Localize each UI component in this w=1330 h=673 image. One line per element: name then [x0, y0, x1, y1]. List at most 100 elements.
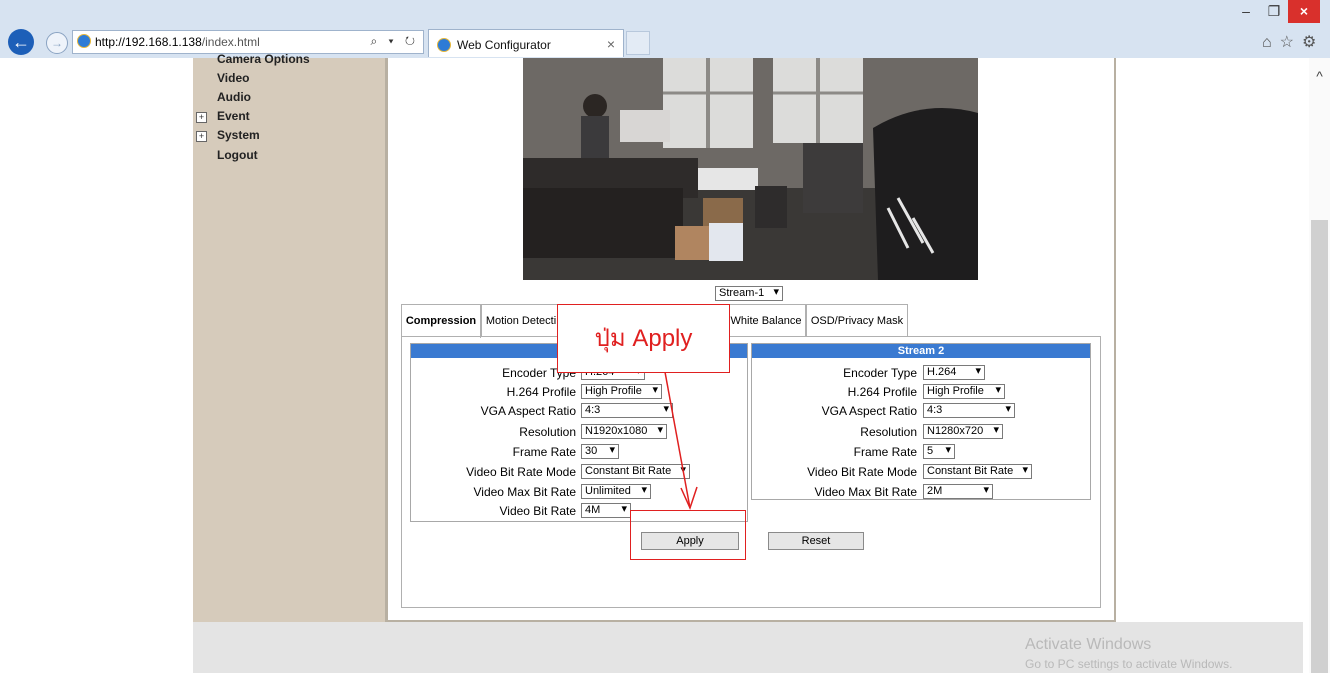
max-bit-rate-label: Video Max Bit Rate — [814, 485, 918, 499]
sidebar-item-logout[interactable]: Logout — [217, 148, 258, 162]
chevron-down-icon: ▾ — [993, 424, 999, 436]
chevron-down-icon: ▾ — [945, 444, 951, 456]
select-value: 30 — [585, 445, 598, 457]
tab-close-icon[interactable]: × — [607, 36, 615, 52]
chevron-down-icon: ▾ — [773, 286, 779, 298]
tab-white-balance[interactable]: White Balance — [726, 304, 806, 337]
browser-chrome: – ❐ × ← → http://192.168.1.138/index.htm… — [0, 0, 1330, 58]
address-url[interactable]: http://192.168.1.138/index.html — [95, 35, 260, 49]
sidebar-item-video[interactable]: Video — [217, 71, 249, 85]
select-value: 5 — [927, 445, 934, 457]
home-icon[interactable]: ⌂ — [1262, 34, 1280, 51]
tab-title: Web Configurator — [457, 38, 551, 52]
toolbar-icons: ⌂☆⚙ — [1262, 32, 1324, 52]
tab-compression[interactable]: Compression — [401, 304, 481, 338]
watermark-subtitle: Go to PC settings to activate Windows. — [1025, 657, 1233, 671]
back-arrow-icon[interactable]: ← — [8, 29, 34, 55]
tab-label: Compression — [405, 315, 477, 327]
favorites-star-icon[interactable]: ☆ — [1280, 34, 1302, 51]
sidebar-item-audio[interactable]: Audio — [217, 90, 251, 104]
camera-preview — [523, 58, 978, 280]
scroll-up-icon[interactable]: ^ — [1309, 68, 1330, 84]
chevron-down-icon: ▾ — [621, 503, 627, 515]
frame-rate-select[interactable]: 5 ▾ — [923, 444, 955, 459]
chevron-down-icon: ▾ — [995, 384, 1001, 396]
vga-aspect-ratio-select[interactable]: 4:3 ▾ — [923, 403, 1015, 418]
bit-rate-mode-label: Video Bit Rate Mode — [807, 465, 917, 479]
select-value: Unlimited — [585, 485, 631, 497]
select-value: 4:3 — [585, 404, 601, 416]
max-bit-rate-select[interactable]: Unlimited ▾ — [581, 484, 651, 499]
frame-rate-label: Frame Rate — [512, 445, 576, 459]
tab-label: White Balance — [730, 315, 802, 327]
chevron-down-icon: ▾ — [1005, 403, 1011, 415]
encoder-type-label: Encoder Type — [843, 366, 917, 380]
bit-rate-select[interactable]: 4M ▾ — [581, 503, 631, 518]
select-value: H.264 — [927, 366, 957, 378]
select-value: 2M — [927, 485, 943, 497]
tab-motion-detection[interactable]: Motion Detecti — [481, 304, 561, 337]
search-refresh-icons[interactable]: ⌕ ▾ ↻ — [370, 34, 419, 49]
activate-windows-watermark: Activate Windows Go to PC settings to ac… — [1025, 636, 1232, 671]
ie-logo-icon — [437, 38, 451, 52]
tab-label: OSD/Privacy Mask — [810, 315, 904, 327]
sidebar-item-label: Logout — [217, 148, 258, 162]
h264-profile-select[interactable]: High Profile ▾ — [581, 384, 662, 399]
address-bar[interactable]: http://192.168.1.138/index.html ⌕ ▾ ↻ — [72, 30, 424, 54]
sidebar-item-event[interactable]: Event — [217, 109, 250, 123]
select-value: N1920x1080 — [585, 425, 648, 437]
settings-gear-icon[interactable]: ⚙ — [1302, 34, 1324, 51]
ie-logo-icon — [77, 34, 91, 48]
resolution-label: Resolution — [860, 425, 917, 439]
resolution-select[interactable]: N1280x720 ▾ — [923, 424, 1003, 439]
annotation-label: ปุ่ม Apply — [557, 304, 730, 373]
sidebar-item-camera-options[interactable]: Camera Options — [217, 52, 310, 66]
minimize-button[interactable]: – — [1232, 0, 1260, 23]
reset-button[interactable]: Reset — [768, 532, 864, 550]
resolution-label: Resolution — [519, 425, 576, 439]
url-path: /index.html — [201, 35, 260, 49]
chevron-down-icon: ▾ — [609, 444, 615, 456]
forward-arrow-icon[interactable]: → — [46, 32, 68, 54]
chevron-down-icon: ▾ — [1022, 464, 1028, 476]
select-value: N1280x720 — [927, 425, 984, 437]
sidebar-item-label: System — [217, 128, 260, 142]
sidebar-item-label: Camera Options — [217, 52, 310, 66]
max-bit-rate-select[interactable]: 2M ▾ — [923, 484, 993, 499]
sidebar-item-label: Video — [217, 71, 250, 85]
h264-profile-select[interactable]: High Profile ▾ — [923, 384, 1005, 399]
sidebar-item-label: Audio — [217, 90, 251, 104]
sidebar-item-label: Event — [217, 109, 250, 123]
frame-rate-select[interactable]: 30 ▾ — [581, 444, 619, 459]
stream2-header: Stream 2 — [752, 344, 1090, 358]
frame-rate-label: Frame Rate — [853, 445, 917, 459]
new-tab-button[interactable] — [626, 31, 650, 55]
sidebar-menu: Camera Options Video Audio + Event + Sys… — [193, 52, 385, 622]
close-window-button[interactable]: × — [1288, 0, 1320, 23]
encoder-type-label: Encoder Type — [502, 366, 576, 380]
select-value: 4:3 — [927, 404, 943, 416]
bit-rate-mode-select[interactable]: Constant Bit Rate ▾ — [923, 464, 1032, 479]
apply-highlight-box — [630, 510, 746, 560]
h264-profile-label: H.264 Profile — [506, 385, 576, 399]
h264-profile-label: H.264 Profile — [847, 385, 917, 399]
tab-osd-privacy-mask[interactable]: OSD/Privacy Mask — [806, 304, 908, 337]
expand-plus-icon[interactable]: + — [196, 131, 207, 142]
max-bit-rate-label: Video Max Bit Rate — [473, 485, 577, 499]
sidebar-item-system[interactable]: System — [217, 128, 260, 142]
expand-plus-icon[interactable]: + — [196, 112, 207, 123]
select-value: High Profile — [585, 385, 642, 397]
encoder-type-select[interactable]: H.264 ▾ — [923, 365, 985, 380]
bit-rate-label: Video Bit Rate — [499, 504, 577, 518]
select-value: Constant Bit Rate — [927, 465, 1014, 477]
scrollbar-thumb[interactable] — [1311, 220, 1328, 673]
watermark-title: Activate Windows — [1025, 636, 1152, 653]
chevron-down-icon: ▾ — [641, 484, 647, 496]
vga-aspect-ratio-label: VGA Aspect Ratio — [480, 404, 576, 418]
vga-aspect-ratio-label: VGA Aspect Ratio — [821, 404, 917, 418]
maximize-button[interactable]: ❐ — [1260, 0, 1288, 23]
browser-tab[interactable]: Web Configurator × — [428, 29, 624, 57]
stream-select[interactable]: Stream-1 ▾ — [715, 286, 783, 301]
chevron-down-icon: ▾ — [975, 365, 981, 377]
title-bar: – ❐ × — [0, 0, 1330, 23]
